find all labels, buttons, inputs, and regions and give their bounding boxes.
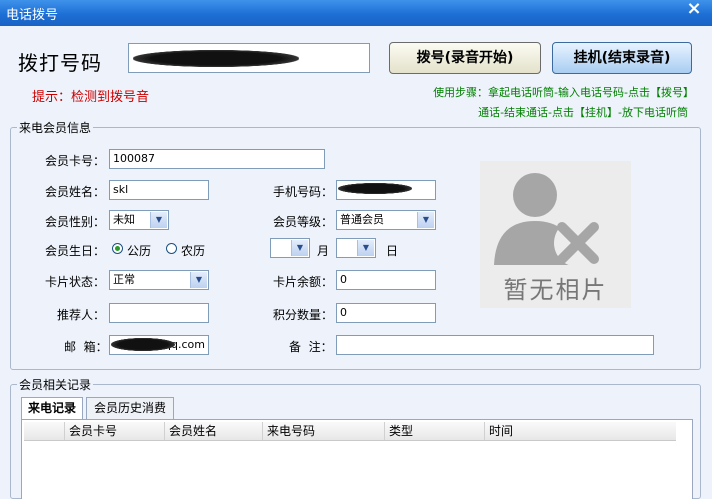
window-title: 电话拨号 xyxy=(6,8,59,23)
gender-value: 未知 xyxy=(113,213,135,226)
row-header-cell xyxy=(24,422,64,440)
balance-input[interactable]: 0 xyxy=(336,270,436,290)
level-label: 会员等级： xyxy=(273,215,334,229)
tab-call-records[interactable]: 来电记录 xyxy=(21,397,83,420)
solar-calendar-label: 公历 xyxy=(127,244,152,258)
user-silhouette-with-x-icon xyxy=(494,173,602,267)
chevron-down-icon: ▼ xyxy=(357,240,374,256)
member-records-legend: 会员相关记录 xyxy=(19,378,92,392)
day-unit: 日 xyxy=(386,244,399,258)
mobile-label: 手机号码： xyxy=(273,185,334,199)
member-photo-placeholder: 暂无相片 xyxy=(480,161,631,308)
column-header-card-no[interactable]: 会员卡号 xyxy=(64,422,164,440)
close-icon[interactable]: × xyxy=(682,0,706,19)
lunar-calendar-radio[interactable] xyxy=(166,243,177,254)
birthday-label: 会员生日： xyxy=(45,244,106,258)
month-unit: 月 xyxy=(317,244,330,258)
card-status-select[interactable]: 正常 ▼ xyxy=(109,270,209,290)
call-records-table[interactable]: 会员卡号 会员姓名 来电号码 类型 时间 xyxy=(21,419,693,499)
redaction-scribble xyxy=(111,338,175,351)
solar-calendar-radio[interactable] xyxy=(112,243,123,254)
name-input[interactable]: skl xyxy=(109,180,209,200)
points-label: 积分数量： xyxy=(273,308,334,322)
usage-steps-line1: 使用步骤：拿起电话听筒-输入电话号码-点击【拨号】 xyxy=(433,86,694,99)
hangup-record-stop-button[interactable]: 挂机(结束录音) xyxy=(552,42,692,74)
lunar-calendar-label: 农历 xyxy=(181,244,206,258)
card-status-value: 正常 xyxy=(113,273,135,286)
points-input[interactable]: 0 xyxy=(336,303,436,323)
email-input[interactable]: qq.com xyxy=(109,335,209,355)
dial-record-start-button[interactable]: 拨号(录音开始) xyxy=(389,42,541,74)
mobile-input[interactable] xyxy=(336,180,436,200)
referrer-label: 推荐人： xyxy=(57,308,106,322)
gender-label: 会员性别： xyxy=(45,215,106,229)
gender-select[interactable]: 未知 ▼ xyxy=(109,210,169,230)
name-label: 会员姓名： xyxy=(45,185,106,199)
email-label: 邮 箱： xyxy=(64,340,108,354)
chevron-down-icon: ▼ xyxy=(291,240,308,256)
card-no-input[interactable]: 100087 xyxy=(109,149,325,169)
chevron-down-icon: ▼ xyxy=(190,272,207,288)
tab-consumption-history[interactable]: 会员历史消费 xyxy=(86,397,174,419)
column-header-member-name[interactable]: 会员姓名 xyxy=(164,422,262,440)
level-select[interactable]: 普通会员 ▼ xyxy=(336,210,436,230)
card-status-label: 卡片状态： xyxy=(45,275,106,289)
chevron-down-icon: ▼ xyxy=(150,212,167,228)
dial-tone-tip: 提示：检测到拨号音 xyxy=(32,90,150,105)
chevron-down-icon: ▼ xyxy=(417,212,434,228)
birth-day-select[interactable]: ▼ xyxy=(336,238,376,258)
phone-number-input[interactable] xyxy=(128,43,370,73)
birth-month-select[interactable]: ▼ xyxy=(270,238,310,258)
table-header: 会员卡号 会员姓名 来电号码 类型 时间 xyxy=(24,422,676,441)
redaction-scribble xyxy=(133,50,299,67)
column-header-time[interactable]: 时间 xyxy=(484,422,676,440)
remark-label: 备 注： xyxy=(289,340,333,354)
redaction-scribble xyxy=(338,183,412,194)
column-header-type[interactable]: 类型 xyxy=(384,422,484,440)
dial-number-label: 拨打号码 xyxy=(18,51,102,75)
column-header-caller-number[interactable]: 来电号码 xyxy=(262,422,384,440)
usage-steps-line2: 通话-结束通话-点击【挂机】-放下电话听筒 xyxy=(478,106,688,119)
balance-label: 卡片余额： xyxy=(273,275,334,289)
member-info-legend: 来电会员信息 xyxy=(19,121,92,135)
referrer-input[interactable] xyxy=(109,303,209,323)
no-photo-caption: 暂无相片 xyxy=(503,276,608,304)
level-value: 普通会员 xyxy=(340,213,384,226)
remark-input[interactable] xyxy=(336,335,654,355)
window-titlebar: 电话拨号 × xyxy=(0,0,712,26)
card-no-label: 会员卡号： xyxy=(45,154,106,168)
